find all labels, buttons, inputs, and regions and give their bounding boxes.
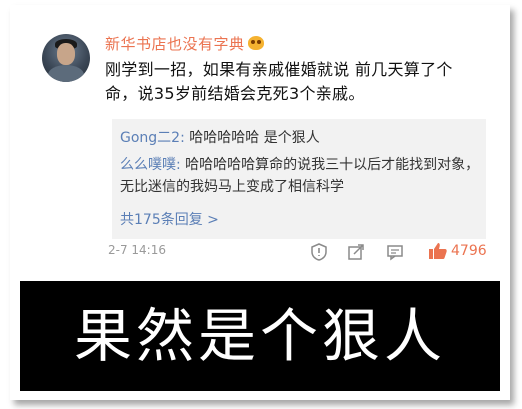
username-row[interactable]: 新华书店也没有字典 bbox=[105, 33, 264, 54]
more-replies-link[interactable]: 共175条回复 > bbox=[120, 209, 219, 229]
avatar-face bbox=[57, 43, 75, 65]
reply-item[interactable]: Gong二2: 哈哈哈哈哈 是个狠人 bbox=[120, 127, 480, 149]
reply-user[interactable]: 么么噗噗: bbox=[120, 157, 181, 173]
screenshot-frame: 新华书店也没有字典 刚学到一招，如果有亲戚催婚就说 前几天算了个 命，说35岁前… bbox=[10, 5, 510, 400]
avatar[interactable] bbox=[42, 34, 90, 82]
avatar-body bbox=[48, 65, 84, 82]
report-icon[interactable] bbox=[310, 243, 328, 261]
like-count: 4796 bbox=[451, 243, 487, 259]
reply-item[interactable]: 么么噗噗: 哈哈哈哈哈算命的说我三十以后才能找到对象，无比迷信的我妈马上变成了相… bbox=[120, 154, 480, 198]
share-icon[interactable] bbox=[347, 243, 365, 261]
replies-box: Gong二2: 哈哈哈哈哈 是个狠人 么么噗噗: 哈哈哈哈哈算命的说我三十以后才… bbox=[112, 119, 486, 239]
verified-badge-icon bbox=[247, 36, 264, 50]
comment-icon[interactable] bbox=[386, 243, 404, 261]
comment-line-1: 刚学到一招，如果有亲戚催婚就说 前几天算了个 bbox=[105, 60, 453, 79]
thumbs-up-icon[interactable] bbox=[428, 241, 448, 261]
timestamp: 2-7 14:16 bbox=[108, 243, 166, 257]
comment-line-2: 命，说35岁前结婚会克死3个亲戚。 bbox=[105, 84, 365, 103]
comment-text: 刚学到一招，如果有亲戚催婚就说 前几天算了个 命，说35岁前结婚会克死3个亲戚。 bbox=[105, 58, 500, 106]
caption-text: 果然是个狠人 bbox=[73, 302, 446, 370]
reply-text: 哈哈哈哈哈 是个狠人 bbox=[184, 130, 320, 146]
reply-user[interactable]: Gong二2: bbox=[120, 130, 185, 146]
caption-bar: 果然是个狠人 bbox=[20, 281, 500, 391]
username[interactable]: 新华书店也没有字典 bbox=[105, 35, 245, 53]
